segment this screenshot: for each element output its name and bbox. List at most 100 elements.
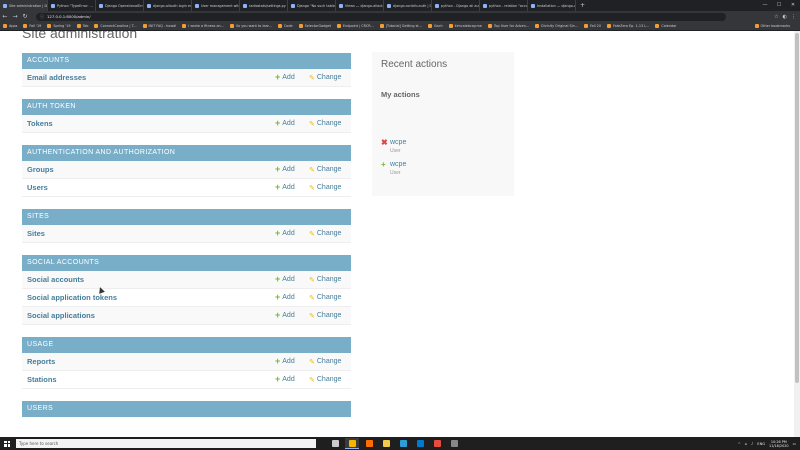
scrollbar-thumb[interactable]: [795, 33, 799, 383]
browser-tab[interactable]: Installation — django-a: [528, 0, 576, 11]
model-link[interactable]: Social accounts: [22, 275, 275, 284]
model-link[interactable]: Stations: [22, 375, 275, 384]
bookmark-item[interactable]: Calendar: [655, 24, 677, 28]
task-view-taskbar-button[interactable]: [328, 438, 342, 449]
change-link[interactable]: ✎ Change: [309, 276, 351, 284]
address-bar[interactable]: ⓘ 127.0.0.1:8000/admin/: [36, 12, 726, 21]
change-link[interactable]: ✎ Change: [309, 184, 351, 192]
reload-icon[interactable]: ↻: [20, 13, 30, 20]
bookmark-item[interactable]: [Tutorial] Getting st...: [379, 24, 422, 28]
app-red-taskbar-button[interactable]: [430, 438, 444, 449]
menu-icon[interactable]: ⋮: [791, 14, 796, 20]
module-caption[interactable]: Users: [22, 401, 351, 417]
vscode-taskbar-button[interactable]: [413, 438, 427, 449]
add-link[interactable]: + Add: [275, 183, 309, 192]
bookmark-item[interactable]: SelectorGadget: [298, 24, 331, 28]
module-caption[interactable]: Accounts: [22, 53, 351, 69]
tray-arrow-icon[interactable]: ^: [738, 442, 741, 446]
close-window-button[interactable]: ✕: [786, 0, 800, 11]
star-icon[interactable]: ☆: [774, 14, 778, 20]
model-link[interactable]: Sites: [22, 229, 275, 238]
maximize-button[interactable]: ☐: [772, 0, 786, 11]
mail-taskbar-button[interactable]: [396, 438, 410, 449]
change-link[interactable]: ✎ Change: [309, 74, 351, 82]
terminal-taskbar-button[interactable]: [447, 438, 461, 449]
change-link[interactable]: ✎ Change: [309, 312, 351, 320]
add-link[interactable]: + Add: [275, 73, 309, 82]
bookmark-item[interactable]: Endpoint | CRCR...: [336, 24, 374, 28]
bookmark-item[interactable]: FateZero Ep. 1-13 L...: [606, 24, 649, 28]
model-link[interactable]: Users: [22, 183, 275, 192]
browser-tab[interactable]: Views — django-allauth: [336, 0, 384, 11]
network-icon[interactable]: ⌂: [745, 442, 747, 446]
change-link[interactable]: ✎ Change: [309, 120, 351, 128]
bookmark-item[interactable]: Top User for Adven...: [487, 24, 529, 28]
taskbar-search-box[interactable]: Type here to search: [16, 439, 316, 448]
bookmark-item[interactable]: klmcalebcay.me: [448, 24, 482, 28]
module-caption[interactable]: Social Accounts: [22, 255, 351, 271]
browser-tab[interactable]: User management with: [192, 0, 240, 11]
browser-tab[interactable]: Django "No such table": [288, 0, 336, 11]
change-link[interactable]: ✎ Change: [309, 230, 351, 238]
bookmark-item[interactable]: I wrote a fitness an...: [182, 24, 224, 28]
page-scrollbar[interactable]: [794, 31, 800, 437]
model-link[interactable]: Social application tokens: [22, 293, 275, 302]
bookmark-item[interactable]: INIT FAQ - howdl: [142, 24, 176, 28]
model-link[interactable]: Email addresses: [22, 73, 275, 82]
extension-icon[interactable]: ◐: [783, 14, 787, 20]
add-link[interactable]: + Add: [275, 229, 309, 238]
module-caption[interactable]: Usage: [22, 337, 351, 353]
minimize-button[interactable]: —: [758, 0, 772, 11]
recent-action-link[interactable]: wcpe: [390, 161, 406, 169]
model-link[interactable]: Groups: [22, 165, 275, 174]
chrome-taskbar-button[interactable]: [345, 438, 359, 449]
add-link[interactable]: + Add: [275, 293, 309, 302]
model-link[interactable]: Reports: [22, 357, 275, 366]
forward-icon[interactable]: →: [10, 13, 20, 20]
add-link[interactable]: + Add: [275, 311, 309, 320]
recent-action-link[interactable]: wcpe: [390, 139, 406, 147]
bookmark-item[interactable]: Tab: [76, 24, 88, 28]
file-explorer-taskbar-button[interactable]: [379, 438, 393, 449]
bookmark-item[interactable]: Gach: [427, 24, 443, 28]
change-link[interactable]: ✎ Change: [309, 376, 351, 384]
model-link[interactable]: Social applications: [22, 311, 275, 320]
add-link[interactable]: + Add: [275, 357, 309, 366]
add-link[interactable]: + Add: [275, 375, 309, 384]
module-caption[interactable]: Auth Token: [22, 99, 351, 115]
add-link[interactable]: + Add: [275, 275, 309, 284]
change-link[interactable]: ✎ Change: [309, 294, 351, 302]
browser-tab[interactable]: radiostats/settings.py a: [240, 0, 288, 11]
browser-tab[interactable]: Site administration | D: [0, 0, 48, 11]
model-link[interactable]: Tokens: [22, 119, 275, 128]
back-icon[interactable]: ←: [0, 13, 10, 20]
bookmark-item[interactable]: Spring '19: [47, 24, 71, 28]
notifications-icon[interactable]: ▭: [793, 442, 796, 446]
module-caption[interactable]: Authentication and Authorization: [22, 145, 351, 161]
browser-tab[interactable]: django.contrib.auth | D: [384, 0, 432, 11]
info-icon[interactable]: ⓘ: [40, 14, 44, 20]
change-link[interactable]: ✎ Change: [309, 358, 351, 366]
bookmark-item[interactable]: ConnectCarolina | T...: [94, 24, 137, 28]
browser-tab[interactable]: Django OperationalErr: [96, 0, 144, 11]
bookmark-item[interactable]: Fall 20: [583, 24, 601, 28]
add-link[interactable]: + Add: [275, 119, 309, 128]
browser-tab[interactable]: python - relation "accou: [480, 0, 528, 11]
new-tab-button[interactable]: +: [576, 0, 589, 11]
browser-tab[interactable]: Python "TypeError: ...: [48, 0, 96, 11]
add-link[interactable]: + Add: [275, 165, 309, 174]
module-caption[interactable]: Sites: [22, 209, 351, 225]
bookmark-item[interactable]: Fall '19: [23, 24, 41, 28]
browser-tab[interactable]: django-allauth login er: [144, 0, 192, 11]
search-app-taskbar-button[interactable]: [362, 438, 376, 449]
bookmark-item[interactable]: Divinity Original Sin...: [535, 24, 578, 28]
other-bookmarks[interactable]: Other bookmarks: [754, 24, 794, 28]
bookmark-item[interactable]: So you want to lear...: [229, 24, 272, 28]
bookmark-item[interactable]: Apps: [3, 24, 17, 28]
language-indicator[interactable]: ENG: [757, 442, 765, 446]
volume-icon[interactable]: ♪: [751, 442, 753, 446]
bookmark-item[interactable]: Code: [277, 24, 293, 28]
start-button[interactable]: [0, 440, 14, 447]
clock[interactable]: 10:26 PM 11/16/2020: [769, 440, 789, 448]
change-link[interactable]: ✎ Change: [309, 166, 351, 174]
